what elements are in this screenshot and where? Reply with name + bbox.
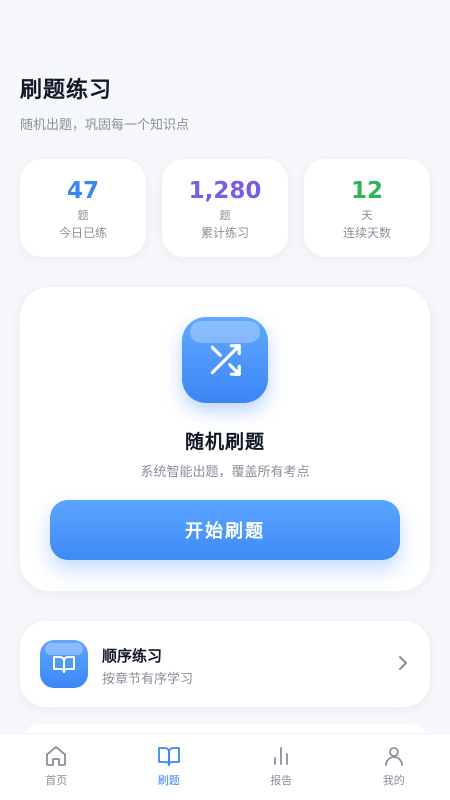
tab-label: 报告 [270, 774, 293, 787]
start-practice-button[interactable]: 开始刷题 [50, 500, 400, 560]
chevron-right-icon [399, 656, 407, 670]
tab-profile[interactable]: 我的 [338, 734, 450, 800]
tab-label: 首页 [45, 774, 68, 787]
tab-home[interactable]: 首页 [0, 734, 113, 800]
stat-unit: 天 [361, 209, 373, 222]
stat-card-today: 47 题 今日已练 [20, 159, 146, 257]
mode-icon-tile [40, 640, 88, 688]
stat-card-total: 1,280 题 累计练习 [162, 159, 288, 257]
page-title: 刷题练习 [20, 78, 113, 103]
sequential-practice-item[interactable]: 顺序练习 按章节有序学习 [20, 621, 430, 707]
mode-description: 按章节有序学习 [102, 672, 194, 687]
card-description: 系统智能出题，覆盖所有考点 [140, 465, 310, 480]
tab-practice[interactable]: 刷题 [113, 734, 226, 800]
book-icon [157, 747, 180, 766]
stat-label: 连续天数 [342, 226, 391, 240]
tab-label: 刷题 [157, 774, 180, 787]
tab-report[interactable]: 报告 [225, 734, 338, 800]
user-icon [384, 747, 403, 766]
stat-value: 1,280 [188, 178, 262, 204]
shuffle-tile [182, 317, 268, 403]
card-title: 随机刷题 [184, 431, 265, 453]
stat-unit: 题 [219, 209, 231, 222]
stats-row: 47 题 今日已练 1,280 题 累计练习 12 天 连续天数 [20, 159, 430, 257]
page-subtitle: 随机出题，巩固每一个知识点 [20, 118, 190, 133]
mode-title: 顺序练习 [102, 647, 163, 665]
stat-unit: 题 [77, 209, 89, 222]
random-practice-card: 随机刷题 系统智能出题，覆盖所有考点 开始刷题 [20, 287, 430, 591]
stat-label: 今日已练 [58, 226, 107, 240]
tab-label: 我的 [382, 774, 405, 787]
page-header: 刷题练习 随机出题，巩固每一个知识点 [20, 72, 189, 133]
stat-card-streak: 12 天 连续天数 [304, 159, 430, 257]
home-icon [46, 746, 67, 766]
book-icon [53, 656, 75, 673]
bottom-tab-bar: 首页 刷题 报告 我的 [0, 733, 450, 800]
stat-label: 累计练习 [200, 226, 249, 240]
stat-value: 47 [66, 178, 99, 204]
bar-chart-icon [274, 747, 289, 765]
stat-value: 12 [350, 178, 383, 204]
shuffle-icon [210, 344, 241, 376]
